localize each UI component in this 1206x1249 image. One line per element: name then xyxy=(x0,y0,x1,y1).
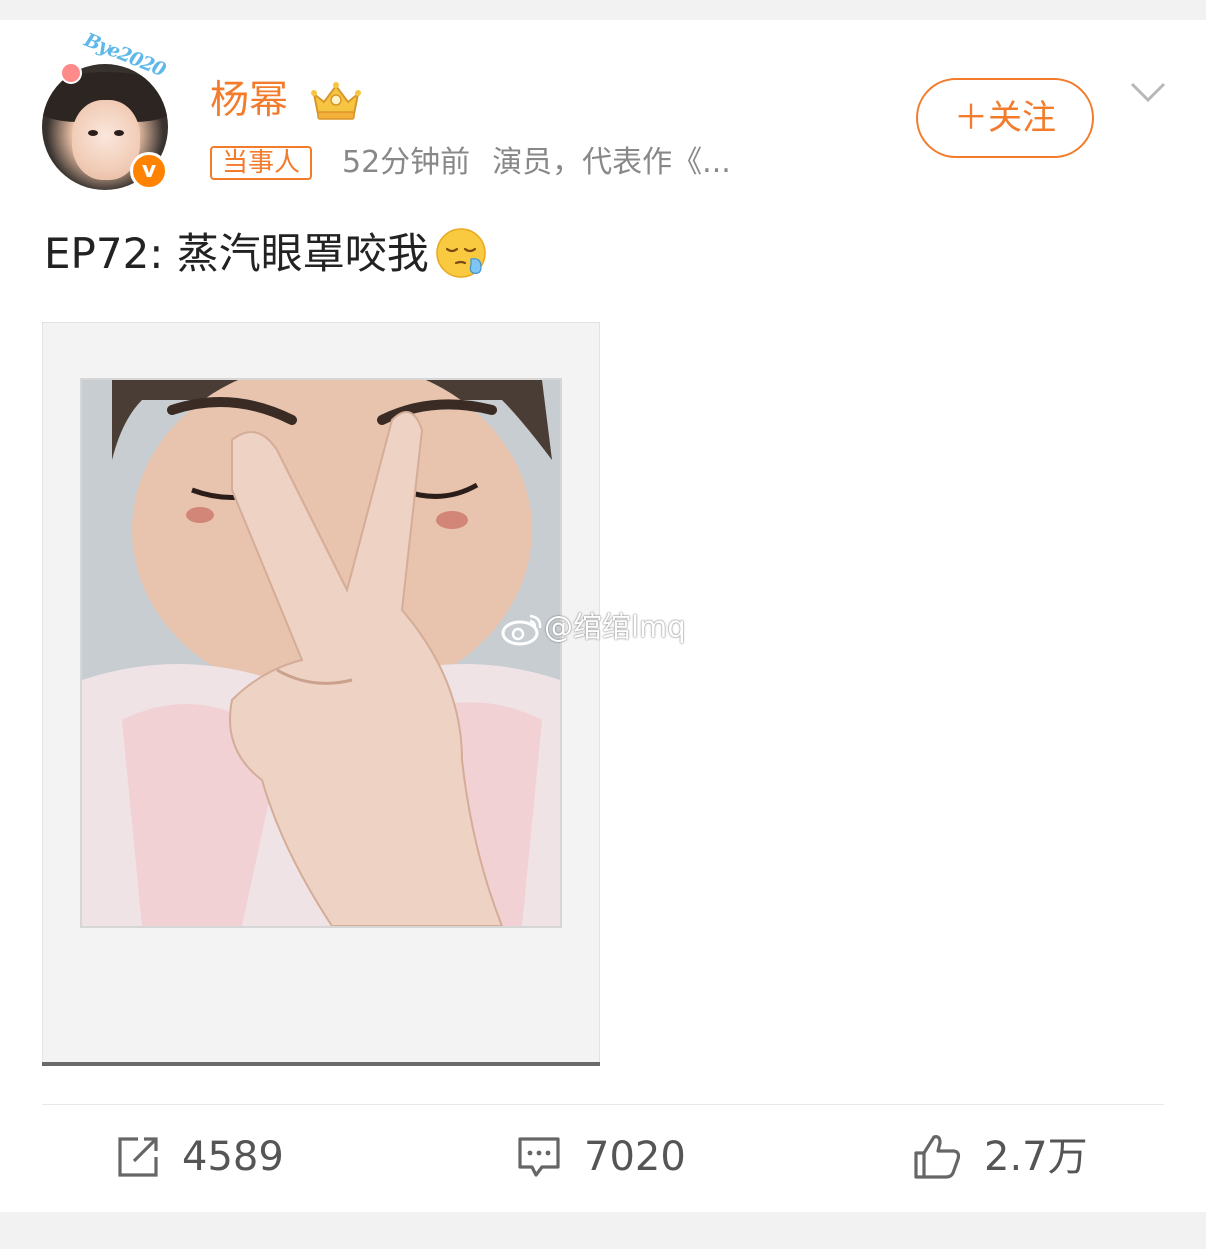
divider xyxy=(42,1104,1164,1105)
post-text-content: EP72: 蒸汽眼罩咬我 xyxy=(44,229,429,278)
share-icon xyxy=(118,1137,158,1177)
like-count: 2.7万 xyxy=(984,1134,1088,1180)
post-time: 52分钟前 xyxy=(342,145,471,180)
camera-icon xyxy=(60,62,82,84)
comment-button[interactable]: 7020 xyxy=(516,1128,686,1186)
repost-count: 4589 xyxy=(182,1134,284,1180)
crown-icon xyxy=(311,82,361,120)
feed-gap xyxy=(0,1212,1206,1249)
thumbs-up-icon xyxy=(914,1135,961,1179)
repost-button[interactable]: 4589 xyxy=(116,1128,284,1186)
avatar[interactable]: Bye2020 v xyxy=(42,29,168,190)
image-watermark: @绾绾lmq xyxy=(500,604,686,646)
author-bio: 演员，代表作《... xyxy=(492,145,731,180)
watermark-text: @绾绾lmq xyxy=(544,610,686,644)
verified-icon: v xyxy=(130,152,168,190)
comment-icon xyxy=(518,1137,560,1177)
follow-button[interactable]: ＋关注 xyxy=(916,78,1094,158)
like-button[interactable]: 2.7万 xyxy=(912,1128,1088,1186)
author-name[interactable]: 杨幂 xyxy=(210,78,288,124)
comment-count: 7020 xyxy=(584,1134,686,1180)
image-bottom-border xyxy=(42,1062,600,1066)
post-meta: 52分钟前 演员，代表作《... xyxy=(342,144,731,182)
polaroid-photo xyxy=(82,380,560,926)
chevron-down-icon[interactable] xyxy=(1130,80,1166,104)
post-text: EP72: 蒸汽眼罩咬我 xyxy=(44,226,487,282)
role-tag: 当事人 xyxy=(210,146,313,180)
sleepy-face-emoji xyxy=(436,227,486,278)
post-image[interactable] xyxy=(42,322,600,1066)
